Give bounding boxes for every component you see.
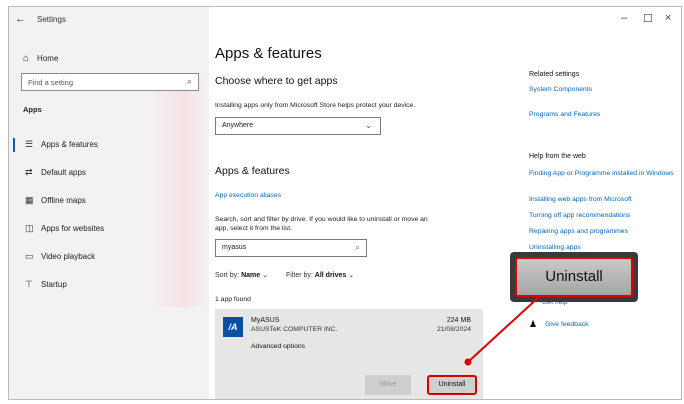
app-execution-aliases-link[interactable]: App execution aliases <box>215 191 281 200</box>
sidebar-item-label: Apps & features <box>41 140 98 149</box>
help-link-finding-app[interactable]: Finding App or Programme installed in Wi… <box>529 169 681 178</box>
section-heading: Apps & features <box>215 165 290 177</box>
sort-value: Name <box>241 272 261 279</box>
find-setting-placeholder: Find a setting <box>28 78 74 87</box>
help-link-app-recommendations[interactable]: Turning off app recommendations <box>529 211 681 220</box>
app-source-select[interactable]: Anywhere ⌄ <box>215 117 381 135</box>
sidebar-item-apps-websites[interactable]: ◫ Apps for websites <box>9 219 209 239</box>
search-description-line-2: app, select it from the list. <box>215 225 293 232</box>
chevron-down-icon: ⌄ <box>262 272 268 279</box>
sidebar-section-heading: Apps <box>23 105 42 114</box>
sidebar-item-label: Apps for websites <box>41 224 105 233</box>
app-count: 1 app found <box>215 296 251 303</box>
filter-dropdown[interactable]: Filter by: All drives ⌄ <box>286 271 354 279</box>
feedback-icon: ♟ <box>529 319 538 329</box>
sort-label: Sort by: <box>215 272 240 279</box>
main-content: Apps & features Choose where to get apps… <box>215 7 515 399</box>
sidebar-item-label: Startup <box>41 280 67 289</box>
app-publisher: ASUSTeK COMPUTER INC. <box>251 326 338 333</box>
sidebar-item-label: Offline maps <box>41 196 86 205</box>
programs-features-link[interactable]: Programs and Features <box>529 110 681 119</box>
app-name: MyASUS <box>251 317 280 324</box>
advanced-options-link[interactable]: Advanced options <box>251 343 305 350</box>
choose-description: Installing apps only from Microsoft Stor… <box>215 102 416 109</box>
uninstall-callout: Uninstall <box>510 252 638 302</box>
sidebar-item-label: Home <box>37 54 59 63</box>
sidebar-item-offline-maps[interactable]: ▦ Offline maps <box>9 191 209 211</box>
startup-icon: ⊤ <box>25 279 33 289</box>
give-feedback-link[interactable]: ♟ Give feedback <box>529 319 589 330</box>
chevron-down-icon: ⌄ <box>365 121 372 130</box>
search-icon: ⌕ <box>354 242 360 252</box>
related-panel: Related settings System Components Progr… <box>529 7 683 399</box>
app-list-item[interactable]: /A MyASUS ASUSTeK COMPUTER INC. 224 MB 2… <box>215 309 483 399</box>
title-bar: ← Settings <box>9 7 209 33</box>
sidebar-item-default-apps[interactable]: ⇄ Default apps <box>9 163 209 183</box>
app-install-date: 21/08/2024 <box>436 326 471 333</box>
sort-dropdown[interactable]: Sort by: Name ⌄ <box>215 271 268 279</box>
page-title: Apps & features <box>215 45 322 62</box>
choose-heading: Choose where to get apps <box>215 75 338 87</box>
home-icon: ⌂ <box>23 53 30 64</box>
sidebar-item-apps-features[interactable]: ☰ Apps & features <box>9 135 209 155</box>
window-title: Settings <box>37 15 66 24</box>
default-apps-icon: ⇄ <box>25 167 33 177</box>
help-link-uninstalling-apps[interactable]: Uninstalling apps <box>529 243 681 252</box>
apps-websites-icon: ◫ <box>25 223 34 233</box>
sidebar-item-video-playback[interactable]: ▭ Video playback <box>9 247 209 267</box>
system-components-link[interactable]: System Components <box>529 85 681 94</box>
uninstall-callout-label: Uninstall <box>515 257 633 297</box>
help-web-heading: Help from the web <box>529 153 586 160</box>
app-search-input[interactable]: myasus ⌕ <box>215 239 367 257</box>
sort-filter-bar: Sort by: Name ⌄ Filter by: All drives ⌄ <box>215 271 354 279</box>
app-source-value: Anywhere <box>222 122 254 129</box>
sidebar-item-home[interactable]: ⌂ Home <box>23 53 58 64</box>
back-arrow-icon[interactable]: ← <box>15 13 26 25</box>
sidebar-item-startup[interactable]: ⊤ Startup <box>9 275 209 295</box>
filter-value: All drives <box>314 272 347 279</box>
search-icon: ⌕ <box>186 76 192 86</box>
sidebar: ← Settings ⌂ Home Find a setting ⌕ Apps … <box>9 7 209 399</box>
settings-window: ← Settings ⌂ Home Find a setting ⌕ Apps … <box>8 6 682 400</box>
app-size: 224 MB <box>446 317 471 324</box>
app-search-value: myasus <box>222 244 247 251</box>
help-link-installing-web-apps[interactable]: Installing web apps from Microsoft <box>529 195 681 204</box>
myasus-app-icon: /A <box>223 317 243 337</box>
sidebar-item-label: Video playback <box>41 252 96 261</box>
move-button[interactable]: Move <box>365 375 411 395</box>
video-playback-icon: ▭ <box>25 251 34 261</box>
search-description-line-1: Search, sort and filter by drive. If you… <box>215 216 428 223</box>
active-indicator <box>13 138 15 152</box>
sidebar-item-label: Default apps <box>41 168 86 177</box>
related-settings-heading: Related settings <box>529 71 580 78</box>
offline-maps-icon: ▦ <box>25 195 34 205</box>
uninstall-button[interactable]: Uninstall <box>427 375 477 395</box>
filter-label: Filter by: <box>285 272 313 279</box>
give-feedback-label: Give feedback <box>545 321 589 328</box>
find-setting-input[interactable]: Find a setting ⌕ <box>21 73 199 91</box>
apps-features-icon: ☰ <box>25 139 34 149</box>
help-link-repairing-apps[interactable]: Repairing apps and programmes <box>529 227 681 236</box>
chevron-down-icon: ⌄ <box>348 272 355 279</box>
